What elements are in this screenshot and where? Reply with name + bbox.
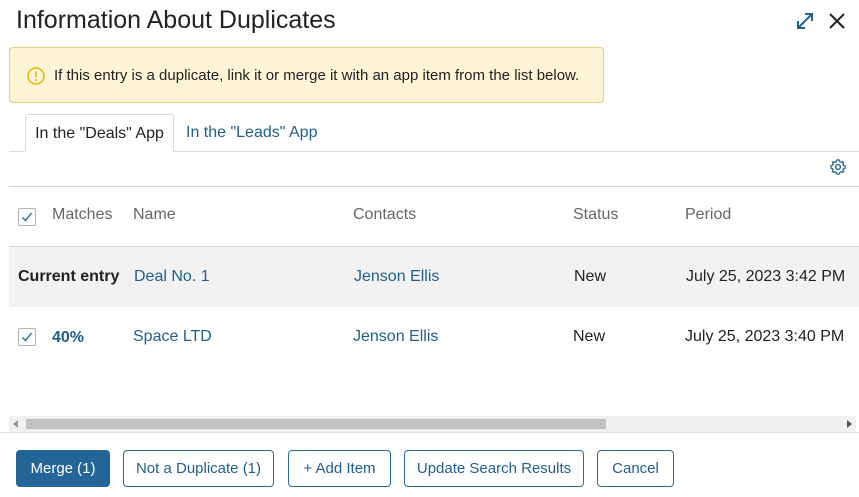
cancel-button[interactable]: Cancel xyxy=(597,450,674,487)
row-status: New xyxy=(573,328,606,345)
row-name-link[interactable]: Space LTD xyxy=(133,328,212,346)
add-item-button[interactable]: + Add Item xyxy=(288,450,391,487)
warning-alert: If this entry is a duplicate, link it or… xyxy=(9,47,604,103)
current-entry-status: New xyxy=(574,268,607,285)
header-name[interactable]: Name xyxy=(133,206,176,224)
row-contact-link[interactable]: Jenson Ellis xyxy=(353,328,438,346)
warning-icon xyxy=(26,66,46,86)
header-status[interactable]: Status xyxy=(573,206,618,224)
row-checkbox[interactable] xyxy=(18,328,36,346)
current-entry-label: Current entry xyxy=(18,268,120,285)
header-contacts[interactable]: Contacts xyxy=(353,206,416,224)
tab-leads-app[interactable]: In the "Leads" App xyxy=(186,114,317,152)
header-period[interactable]: Period xyxy=(685,206,731,224)
tab-deals-app[interactable]: In the "Deals" App xyxy=(25,114,174,152)
current-entry-period: July 25, 2023 3:42 PM xyxy=(686,268,846,285)
footer-divider xyxy=(0,432,859,433)
merge-button[interactable]: Merge (1) xyxy=(16,450,110,487)
row-period: July 25, 2023 3:40 PM xyxy=(685,328,845,345)
current-entry-contact-link[interactable]: Jenson Ellis xyxy=(354,268,439,286)
expand-icon[interactable] xyxy=(794,10,816,32)
gear-icon[interactable] xyxy=(829,158,847,176)
select-all-checkbox[interactable] xyxy=(18,208,36,226)
alert-text: If this entry is a duplicate, link it or… xyxy=(54,67,580,84)
horizontal-scrollbar[interactable] xyxy=(9,416,856,432)
table-top-border xyxy=(9,186,859,187)
update-search-results-button[interactable]: Update Search Results xyxy=(404,450,584,487)
not-duplicate-button[interactable]: Not a Duplicate (1) xyxy=(123,450,274,487)
scroll-left-icon[interactable] xyxy=(13,420,18,428)
scrollbar-thumb[interactable] xyxy=(26,419,606,429)
match-percentage: 40% xyxy=(52,329,85,346)
header-matches[interactable]: Matches xyxy=(52,206,112,224)
current-entry-name-link[interactable]: Deal No. 1 xyxy=(134,268,210,286)
scroll-right-icon[interactable] xyxy=(847,420,852,428)
close-icon[interactable] xyxy=(826,10,848,32)
dialog-title: Information About Duplicates xyxy=(16,6,336,34)
